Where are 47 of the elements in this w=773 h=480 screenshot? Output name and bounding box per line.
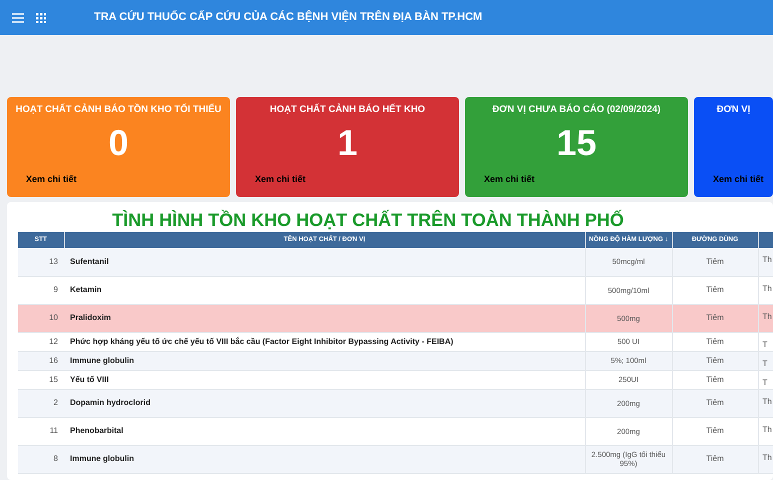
table-cell: Immune globulin [64, 351, 585, 370]
menu-icon[interactable] [12, 12, 24, 22]
details-link[interactable]: Xem chi tiết [484, 173, 535, 187]
table-cell: 15 [18, 370, 64, 389]
table-cell: Tiêm [672, 417, 758, 445]
table-cell: T [758, 332, 773, 351]
table-cell: Th [758, 417, 773, 445]
table-cell: T [758, 370, 773, 389]
table-cell: Tiêm [672, 370, 758, 389]
table-cell: 16 [18, 351, 64, 370]
table-cell: Tiêm [672, 332, 758, 351]
table-cell: 8 [18, 445, 64, 473]
table-cell: Tiêm [672, 351, 758, 370]
table-cell: Th [758, 276, 773, 304]
table-cell: Tiêm [672, 248, 758, 276]
table-cell: Tiêm [672, 389, 758, 417]
app-title: TRA CỨU THUỐC CẤP CỨU CỦA CÁC BỆNH VIỆN TRÊN ĐỊA BÀN TP.HCM [94, 9, 482, 26]
table-cell: Phenobarbital [64, 417, 585, 445]
table-cell: 13 [18, 248, 64, 276]
table-cell: 11 [18, 417, 64, 445]
section-title: TÌNH HÌNH TỒN KHO HOẠT CHẤT TRÊN TOÀN THÀNH PHỐ [111, 210, 625, 230]
table-cell: Tiêm [672, 445, 758, 473]
table-cell: Phức hợp kháng yếu tố ức chế yếu tố VIII bắc cầu (Factor Eight Inhibitor Bypassing Activity - FEIBA) [64, 332, 585, 351]
grid-icon[interactable] [36, 12, 46, 22]
table-cell: Dopamin hydroclorid [64, 389, 585, 417]
table-cell: Tiêm [672, 276, 758, 304]
table-cell: Th [758, 445, 773, 473]
card-value: 15 [556, 121, 597, 166]
table-cell: 9 [18, 276, 64, 304]
details-link[interactable]: Xem chi tiết [255, 173, 306, 187]
table-cell: Th [758, 304, 773, 332]
table-cell: Pralidoxim [64, 304, 585, 332]
details-link[interactable]: Xem chi tiết [26, 173, 77, 187]
table-cell: 2 [18, 389, 64, 417]
table-cell: Immune globulin [64, 445, 585, 473]
table-cell: Ketamin [64, 276, 585, 304]
table-cell: Th [758, 248, 773, 276]
table-cell: 12 [18, 332, 64, 351]
table-cell: Yếu tố VIII [64, 370, 585, 389]
table-cell: Sufentanil [64, 248, 585, 276]
details-link[interactable]: Xem chi tiết [713, 173, 764, 187]
table-cell: Th [758, 389, 773, 417]
card-value: 0 [108, 121, 129, 166]
table-cell: 10 [18, 304, 64, 332]
card-value: 1 [337, 121, 358, 166]
table-cell: Tiêm [672, 304, 758, 332]
table-cell: T [758, 351, 773, 370]
